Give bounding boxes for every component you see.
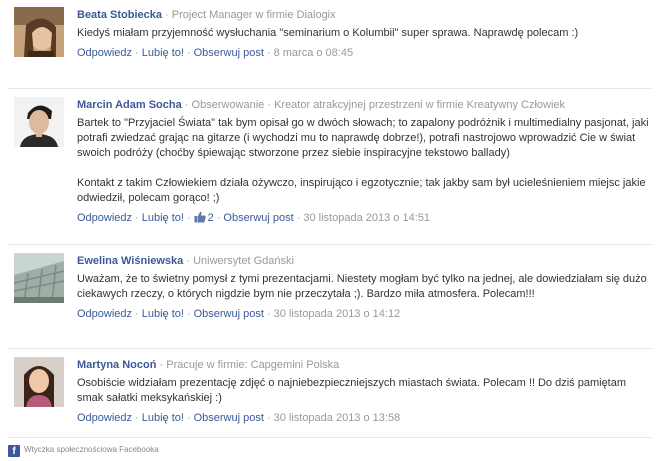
author-subtitle: Project Manager w firmie (171, 9, 297, 21)
comment-actions: Odpowiedz · Lubię to! · Obserwuj post · 30 lis… (77, 308, 401, 320)
comment-actions: Odpowiedz · Lubię to! · Obserwuj post · 8 marc… (77, 47, 354, 59)
comment-paragraph: Osobiście widziałam prezentację zdjęć o … (77, 377, 627, 404)
divider (8, 88, 652, 89)
comment-actions: Odpowiedz · Lubię to! · 2 · Obserwuj post · 30 l… (77, 211, 430, 224)
comment-actions: Odpowiedz · Lubię to! · Obserwuj post · 30 lis… (77, 412, 401, 424)
like-link[interactable]: Lubię to! (142, 212, 184, 224)
author-subtitle: Pracuje w firmie: (166, 359, 251, 371)
author-name[interactable]: Marcin Adam Socha (77, 99, 182, 111)
comment-text: Bartek to "Przyjaciel Świata" tak bym op… (77, 116, 652, 206)
comment-timestamp[interactable]: 30 listopada 2013 o 14:51 (303, 212, 430, 224)
reply-link[interactable]: Odpowiedz (77, 412, 132, 424)
author-name[interactable]: Beata Stobiecka (77, 9, 162, 21)
like-link[interactable]: Lubię to! (142, 308, 184, 320)
comment-text: Kiedyś miałam przyjemność wysłuchania "s… (77, 26, 652, 41)
plugin-footer-label[interactable]: Wtyczka społecznościowa Facebooka (24, 445, 159, 454)
follow-post-link[interactable]: Obserwuj post (223, 212, 293, 224)
reply-link[interactable]: Odpowiedz (77, 47, 132, 59)
comment-timestamp[interactable]: 8 marca o 08:45 (274, 47, 354, 59)
avatar[interactable] (14, 357, 64, 407)
avatar[interactable] (14, 253, 64, 303)
reply-link[interactable]: Odpowiedz (77, 212, 132, 224)
divider (8, 348, 652, 349)
comment-text: Uważam, że to świetny pomysł z tymi prez… (77, 272, 652, 302)
author-name[interactable]: Ewelina Wiśniewska (77, 255, 183, 267)
comment-timestamp[interactable]: 30 listopada 2013 o 14:12 (274, 308, 401, 320)
follow-post-link[interactable]: Obserwuj post (194, 47, 264, 59)
comment-header: Beata Stobiecka · Project Manager w firm… (77, 9, 336, 21)
facebook-comments-feed: Beata Stobiecka · Project Manager w firm… (0, 0, 658, 461)
comment-header: Ewelina Wiśniewska · Uniwersytet Gdański (77, 255, 294, 267)
comment-text: Osobiście widziałam prezentację zdjęć o … (77, 376, 652, 406)
comment-paragraph: Kontakt z takim Człowiekiem działa ożywc… (77, 177, 646, 204)
author-subtitle: Uniwersytet Gdański (193, 255, 294, 267)
follow-post-link[interactable]: Obserwuj post (194, 412, 264, 424)
company-link[interactable]: Capgemini Polska (251, 359, 340, 371)
comment-timestamp[interactable]: 30 listopada 2013 o 13:58 (274, 412, 401, 424)
comment-item: Ewelina Wiśniewska · Uniwersytet Gdański… (0, 246, 652, 321)
comment-item: Beata Stobiecka · Project Manager w firm… (0, 0, 652, 60)
comment-paragraph: Kiedyś miałam przyjemność wysłuchania "s… (77, 27, 579, 39)
company-link[interactable]: Dialogix (297, 9, 336, 21)
avatar[interactable] (14, 97, 64, 147)
comment-paragraph: Bartek to "Przyjaciel Świata" tak bym op… (77, 117, 649, 159)
plugin-footer: f Wtyczka społecznościowa Facebooka (8, 437, 652, 457)
comment-paragraph: Uważam, że to świetny pomysł z tymi prez… (77, 273, 647, 300)
like-count[interactable]: 2 (194, 211, 214, 224)
facebook-icon[interactable]: f (8, 445, 20, 457)
like-link[interactable]: Lubię to! (142, 412, 184, 424)
thumbs-up-icon (194, 211, 206, 223)
comment-item: Martyna Nocoń · Pracuje w firmie: Capgem… (0, 350, 652, 425)
avatar[interactable] (14, 7, 64, 57)
divider (8, 244, 652, 245)
author-subtitle: Obserwowanie · Kreator atrakcyjnej przes… (191, 99, 467, 111)
like-link[interactable]: Lubię to! (142, 47, 184, 59)
like-count-value: 2 (207, 212, 214, 224)
author-name[interactable]: Martyna Nocoń (77, 359, 156, 371)
comment-item: Marcin Adam Socha · Obserwowanie · Kreat… (0, 90, 652, 225)
reply-link[interactable]: Odpowiedz (77, 308, 132, 320)
follow-post-link[interactable]: Obserwuj post (194, 308, 264, 320)
comment-header: Marcin Adam Socha · Obserwowanie · Kreat… (77, 99, 566, 111)
comment-header: Martyna Nocoń · Pracuje w firmie: Capgem… (77, 359, 340, 371)
company-link[interactable]: Kreatywny Człowiek (467, 99, 565, 111)
